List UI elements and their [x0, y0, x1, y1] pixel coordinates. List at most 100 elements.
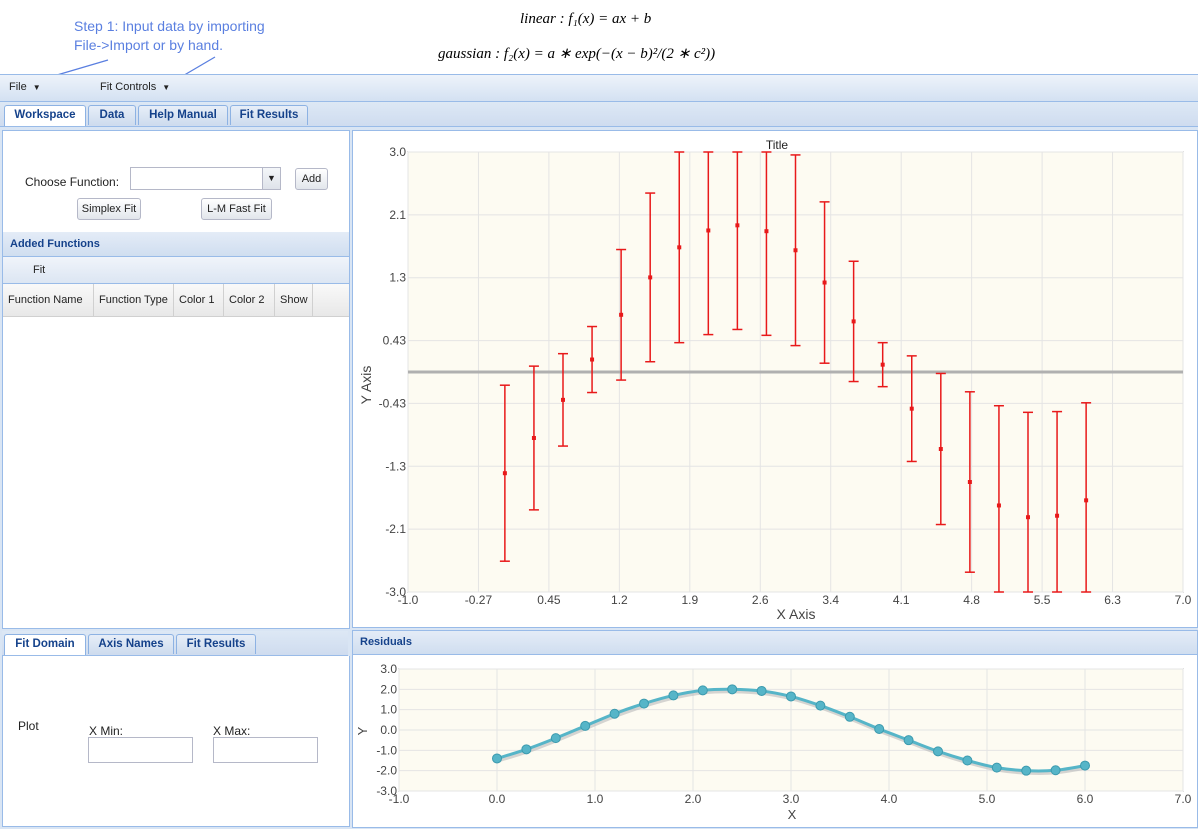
residuals-x-axis-label: X [788, 807, 797, 822]
x-tick-label: 4.1 [893, 593, 910, 607]
point-marker [677, 245, 682, 250]
point-marker [909, 406, 914, 411]
point-marker [648, 275, 653, 280]
point-marker [793, 248, 798, 253]
add-function-button[interactable]: Add [295, 168, 328, 190]
x-max-input[interactable] [213, 737, 318, 763]
lm-fast-fit-button[interactable]: L-M Fast Fit [201, 198, 272, 220]
column-header-function-name[interactable]: Function Name [3, 284, 94, 316]
x-tick-label: 5.0 [979, 792, 996, 806]
residual-point [756, 685, 767, 696]
residual-point [639, 698, 649, 709]
residuals-title: Residuals [360, 636, 412, 648]
y-tick-label: 2.0 [380, 682, 397, 696]
y-tick-label: -3.0 [385, 585, 406, 599]
main-chart-title: Title [766, 138, 789, 152]
residual-point [727, 684, 738, 695]
tab-fit-results-bottom[interactable]: Fit Results [176, 634, 256, 654]
gaussian-formula: gaussian : f₂(x) = a ∗ exp(−(x − b)²/(2 … [438, 46, 716, 62]
menu-bar: File ▼ Fit Controls ▼ [0, 74, 1198, 102]
y-tick-label: 2.1 [389, 208, 406, 222]
file-menu[interactable]: File ▼ [9, 81, 41, 93]
x-tick-label: 1.2 [611, 593, 628, 607]
point-marker [590, 357, 595, 362]
x-min-input[interactable] [88, 737, 193, 763]
y-tick-label: -2.0 [376, 764, 397, 778]
point-marker [1084, 498, 1089, 503]
x-tick-label: 2.0 [685, 792, 702, 806]
residual-point [550, 733, 561, 744]
point-marker [880, 362, 885, 367]
residual-point [815, 700, 826, 711]
x-tick-label: 1.9 [681, 593, 698, 607]
x-tick-label: 2.6 [752, 593, 769, 607]
x-tick-label: -0.27 [465, 593, 493, 607]
choose-function-label: Choose Function: [25, 175, 120, 189]
fit-toolbar-button[interactable]: Fit [33, 264, 45, 276]
residual-point [962, 755, 973, 766]
residual-point [991, 762, 1002, 773]
residual-point [1050, 765, 1061, 776]
bottom-tab-strip: Fit Domain Axis Names Fit Results [2, 631, 348, 656]
y-tick-label: 1.0 [380, 703, 397, 717]
y-tick-label: 0.0 [380, 723, 397, 737]
residuals-chart: -1.0 0.0 1.0 2.0 3.0 4.0 5.0 6.0 7.0 3.0 2.0 1.0 0.0… [355, 662, 1192, 822]
point-marker [996, 503, 1001, 508]
residual-point [844, 711, 855, 722]
dropdown-arrow-icon: ▼ [32, 83, 41, 92]
residual-point [933, 746, 943, 757]
x-tick-label: 3.4 [822, 593, 839, 607]
point-marker [938, 447, 943, 451]
column-header-color-2[interactable]: Color 2 [224, 284, 275, 316]
main-tab-strip: Workspace Data Help Manual Fit Results [0, 102, 1198, 127]
linear-formula: linear : f₁(x) = ax + b [520, 11, 652, 27]
x-tick-label: 6.0 [1077, 792, 1094, 806]
y-tick-label: -2.1 [385, 522, 406, 536]
x-tick-label: 7.0 [1175, 593, 1192, 607]
residual-point [492, 753, 502, 764]
x-max-label: X Max: [213, 724, 251, 738]
y-tick-label: -1.3 [385, 459, 406, 473]
simplex-fit-button[interactable]: Simplex Fit [77, 198, 141, 220]
y-tick-label: 3.0 [389, 145, 406, 159]
tab-fit-results[interactable]: Fit Results [230, 105, 308, 125]
main-y-axis-label: Y Axis [358, 366, 374, 405]
y-tick-label: 1.3 [389, 271, 406, 285]
tab-workspace[interactable]: Workspace [4, 105, 86, 126]
select-trigger[interactable]: ▼ [262, 168, 280, 189]
chevron-down-icon: ▼ [267, 173, 276, 183]
x-min-label: X Min: [89, 724, 124, 738]
column-header-show[interactable]: Show [275, 284, 313, 316]
dropdown-arrow-icon: ▼ [162, 83, 171, 92]
point-marker [822, 280, 827, 285]
residual-point [668, 690, 679, 701]
point-marker [561, 397, 565, 402]
tab-axis-names[interactable]: Axis Names [88, 634, 174, 654]
point-marker [764, 229, 769, 234]
x-tick-label: 4.0 [881, 792, 898, 806]
residual-point [697, 685, 708, 696]
fit-controls-menu[interactable]: Fit Controls ▼ [100, 81, 170, 93]
plot-label: Plot [18, 719, 39, 733]
x-tick-label: 6.3 [1104, 593, 1121, 607]
y-tick-label: -0.43 [379, 396, 407, 410]
x-tick-label: 5.5 [1034, 593, 1051, 607]
column-header-color-1[interactable]: Color 1 [174, 284, 224, 316]
residual-point [1021, 765, 1032, 776]
choose-function-select[interactable]: ▼ [130, 167, 281, 190]
residual-point [609, 708, 620, 719]
functions-grid-header: Function Name Function Type Color 1 Colo… [3, 284, 349, 317]
added-functions-header: Added Functions [3, 232, 349, 257]
tab-help-manual[interactable]: Help Manual [138, 105, 228, 125]
point-marker [967, 480, 972, 484]
point-marker [1026, 515, 1030, 520]
main-x-axis-label: X Axis [777, 606, 816, 622]
residuals-y-axis-label: Y [355, 726, 370, 735]
y-tick-label: -1.0 [376, 743, 397, 757]
column-header-function-type[interactable]: Function Type [94, 284, 174, 316]
point-marker [706, 228, 711, 233]
point-marker [531, 436, 536, 440]
tab-fit-domain[interactable]: Fit Domain [4, 634, 86, 655]
residual-point [874, 723, 885, 734]
tab-data[interactable]: Data [88, 105, 136, 125]
